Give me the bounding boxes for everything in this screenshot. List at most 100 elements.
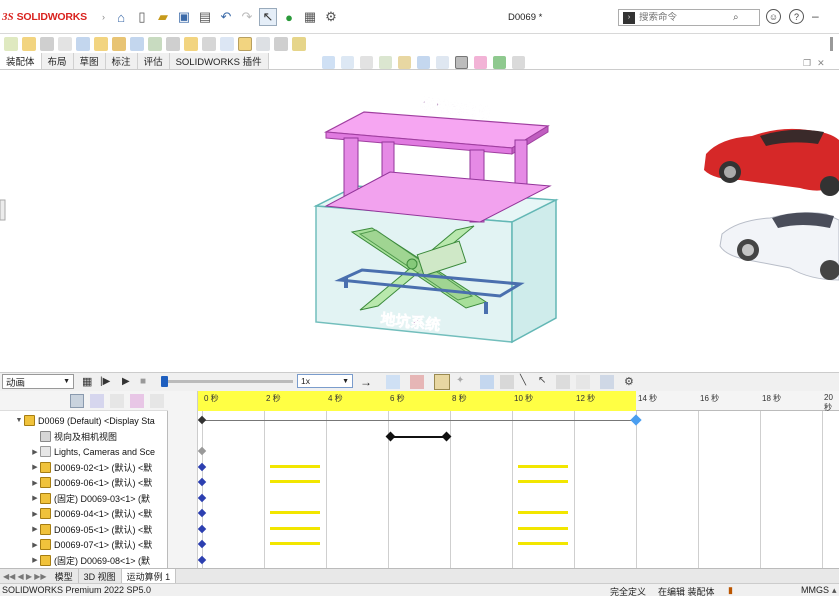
expand-toggle-icon[interactable]: ▶ (30, 525, 40, 533)
tab-evaluate[interactable]: 评估 (137, 53, 170, 69)
tree-item[interactable]: ▶ D0069-04<1> (默认) <默 (30, 506, 152, 521)
filter-results-icon[interactable] (150, 394, 164, 408)
change-bar[interactable] (270, 542, 320, 545)
spring-icon[interactable] (500, 375, 514, 389)
options-gear-icon[interactable]: ⚙ (322, 8, 340, 26)
save-icon[interactable]: ▣ (175, 8, 193, 26)
tree-item[interactable]: ▶ D0069-02<1> (默认) <默 (30, 460, 152, 475)
chevron-right-icon[interactable]: › (102, 12, 105, 22)
view-settings-icon[interactable] (512, 56, 525, 69)
update-speedpak-icon[interactable] (256, 36, 270, 51)
close-window-icon[interactable]: ✕ (817, 58, 825, 69)
smart-fasteners-icon[interactable] (94, 36, 108, 51)
new-document-icon[interactable]: ▯ (133, 8, 151, 26)
assembly-features-icon[interactable] (148, 36, 162, 51)
print-icon[interactable]: ▤ (196, 8, 214, 26)
expand-toggle-icon[interactable]: ▶ (30, 479, 40, 487)
view-orientation-icon[interactable] (417, 56, 430, 69)
study-type-select[interactable]: 动画 ▼ (2, 374, 74, 389)
play-icon[interactable]: ▶ (122, 376, 130, 387)
tree-item[interactable]: ▶ (固定) D0069-08<1> (默 (30, 553, 150, 568)
restore-window-icon[interactable]: ❐ (803, 58, 811, 69)
mate-icon[interactable] (40, 36, 54, 51)
move-component-icon[interactable] (112, 36, 126, 51)
playback-speed-slider[interactable] (161, 376, 293, 387)
apply-scene-icon[interactable] (493, 56, 506, 69)
linear-pattern-icon[interactable] (76, 36, 90, 51)
rebuild-status-icon[interactable]: ▮ (728, 585, 733, 596)
contact-icon[interactable] (556, 375, 570, 389)
show-hidden-icon[interactable] (130, 36, 144, 51)
display-style-icon[interactable] (436, 56, 449, 69)
search-icon[interactable]: ⌕ (733, 12, 739, 23)
calculate-icon[interactable]: ▦ (82, 375, 92, 388)
tab-assembly[interactable]: 装配体 (0, 53, 42, 69)
undo-icon[interactable]: ↶ (217, 8, 235, 26)
tree-item[interactable]: 视向及相机视图 (30, 429, 117, 444)
tab-scroll-icons[interactable]: ◀◀ ◀ ▶ ▶▶ (0, 572, 50, 581)
change-bar[interactable] (270, 480, 320, 483)
animation-wizard-icon[interactable] (410, 375, 424, 389)
results-plots-icon[interactable] (600, 375, 614, 389)
dynamic-annotation-icon[interactable] (398, 56, 411, 69)
camera-key-bar[interactable] (391, 435, 447, 438)
tab-3d-views[interactable]: 3D 视图 (79, 569, 122, 583)
tab-model[interactable]: 模型 (50, 569, 79, 583)
take-snapshot-icon[interactable] (274, 36, 288, 51)
exploded-view-icon[interactable] (220, 36, 234, 51)
time-ruler[interactable]: 0 秒 2 秒 4 秒 6 秒 8 秒 10 秒 12 秒 14 秒 16 秒 18 秒 20 秒 (198, 391, 839, 412)
stop-icon[interactable]: ■ (140, 376, 146, 387)
edit-component-icon[interactable] (4, 36, 18, 51)
tab-addins[interactable]: SOLIDWORKS 插件 (169, 53, 269, 69)
slider-knob[interactable] (161, 376, 168, 387)
damper-icon[interactable]: ╲ (520, 375, 526, 386)
new-motion-study-icon[interactable] (184, 36, 198, 51)
help-icon[interactable]: ? (789, 9, 804, 24)
expand-toggle-icon[interactable]: ▶ (30, 510, 40, 518)
filter-driving-icon[interactable] (110, 394, 124, 408)
insert-components-icon[interactable] (22, 36, 36, 51)
open-file-icon[interactable]: ▰ (154, 8, 172, 26)
change-bar[interactable] (270, 526, 320, 530)
previous-view-icon[interactable] (360, 56, 373, 69)
zoom-to-fit-icon[interactable] (322, 56, 335, 69)
reference-geometry-icon[interactable] (166, 36, 180, 51)
command-search[interactable]: › ⌕ (618, 9, 760, 26)
home-icon[interactable]: ⌂ (112, 8, 130, 26)
gravity-icon[interactable] (576, 375, 590, 389)
force-icon[interactable]: ↖ (538, 375, 546, 386)
tree-item[interactable]: ▶ D0069-05<1> (默认) <默 (30, 522, 152, 537)
zoom-to-area-icon[interactable] (341, 56, 354, 69)
tree-item[interactable]: ▶ D0069-07<1> (默认) <默 (30, 537, 152, 552)
expand-toggle-icon[interactable]: ▶ (30, 556, 40, 564)
change-bar[interactable] (270, 464, 320, 468)
search-input[interactable] (639, 12, 733, 23)
expand-toggle-icon[interactable]: ▶ (30, 494, 40, 502)
tree-item[interactable]: ▶ D0069-06<1> (默认) <默 (30, 475, 152, 490)
change-bar[interactable] (518, 480, 568, 483)
redo-icon[interactable]: ↷ (238, 8, 256, 26)
filter-icon[interactable] (70, 394, 84, 408)
rebuild-icon[interactable]: ● (280, 8, 298, 26)
edit-appearance-icon[interactable] (474, 56, 487, 69)
bill-of-materials-icon[interactable] (202, 36, 216, 51)
expand-toggle-icon[interactable]: ▶ (30, 541, 40, 549)
change-bar[interactable] (518, 464, 568, 468)
motor-icon[interactable] (480, 375, 494, 389)
expand-toggle-icon[interactable]: ▶ (30, 463, 40, 471)
tree-item[interactable]: ▶ (固定) D0069-03<1> (默 (30, 491, 150, 506)
unit-system[interactable]: MMGS (801, 585, 829, 595)
playback-mode-icon[interactable]: → (360, 375, 372, 389)
play-from-start-icon[interactable]: |▶ (100, 376, 110, 387)
tab-markup[interactable]: 标注 (105, 53, 138, 69)
tree-item[interactable]: ▼ D0069 (Default) <Display Sta (14, 413, 155, 428)
motion-study-properties-icon[interactable]: ⚙ (624, 375, 634, 388)
add-key-icon[interactable]: ✦ (456, 375, 464, 386)
change-bar[interactable] (518, 511, 568, 514)
caret-up-icon[interactable]: ▴ (832, 585, 837, 596)
expand-toggle-icon[interactable]: ▼ (14, 417, 24, 424)
section-view-icon[interactable] (379, 56, 392, 69)
change-bar[interactable] (270, 511, 320, 514)
autokey-icon[interactable] (434, 374, 450, 390)
instant3d-icon[interactable] (238, 36, 252, 51)
